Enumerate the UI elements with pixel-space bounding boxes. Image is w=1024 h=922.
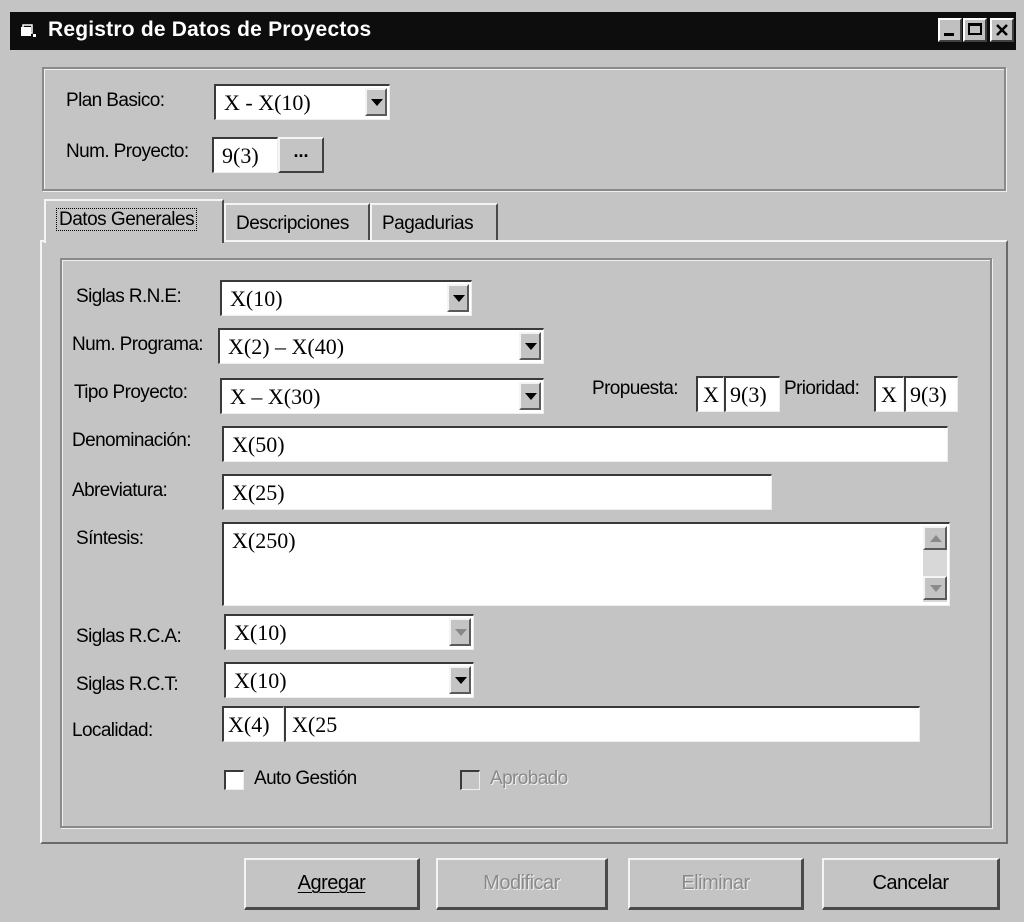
aprobado-checkbox[interactable] [460,770,480,790]
eliminar-label: Eliminar [681,872,750,894]
header-group [42,67,1006,191]
chevron-down-icon[interactable] [519,382,541,410]
plan-basico-label: Plan Basico: [66,90,165,111]
sintesis-textarea[interactable]: X(250) [222,522,950,606]
close-icon [996,24,1008,36]
tab-pagadurias[interactable]: Pagadurias [370,203,498,241]
tab-descripciones[interactable]: Descripciones [224,203,370,241]
tab-datos-generales[interactable]: Datos Generales [44,199,224,243]
num-programa-combo[interactable]: X(2) – X(40) [218,328,544,364]
siglas-rct-combo[interactable]: X(10) [224,662,474,698]
aprobado-label: Aprobado [490,768,568,789]
maximize-icon [968,23,982,35]
app-icon [21,24,36,37]
chevron-down-icon[interactable] [365,88,387,116]
siglas-rca-combo[interactable]: X(10) [224,614,474,650]
abreviatura-field[interactable]: X(25) [222,474,772,510]
maximize-button[interactable] [963,18,987,42]
siglas-rct-label: Siglas R.C.T: [76,674,179,695]
localidad-name-value: X(25 [292,712,338,737]
agregar-label: Agregar [297,872,366,894]
tab-descripciones-label: Descripciones [236,213,349,234]
tab-datos-generales-label: Datos Generales [56,208,198,231]
auto-gestion-label[interactable]: Auto Gestión [254,768,357,790]
propuesta-letter-field[interactable]: X [696,376,724,412]
siglas-rct-value: X(10) [234,668,287,693]
abreviatura-label: Abreviatura: [72,480,168,501]
siglas-rca-value: X(10) [234,620,287,645]
chevron-down-icon[interactable] [449,666,471,694]
localidad-code-value: X(4) [228,712,270,737]
window-title: Registro de Datos de Proyectos [48,18,372,41]
siglas-rne-label: Siglas R.N.E: [76,286,182,307]
chevron-down-icon[interactable] [519,332,541,360]
propuesta-label: Propuesta: [592,378,679,399]
localidad-label: Localidad: [72,720,153,741]
cancelar-label: Cancelar [872,872,949,894]
localidad-code-field[interactable]: X(4) [222,706,284,742]
minimize-icon [944,33,954,36]
modificar-label: Modificar [483,872,560,894]
num-programa-value: X(2) – X(40) [228,334,345,359]
tipo-proyecto-value: X – X(30) [230,384,321,409]
siglas-rne-combo[interactable]: X(10) [220,280,472,316]
title-bar[interactable]: Registro de Datos de Proyectos [10,12,1016,50]
num-proyecto-field[interactable]: 9(3) [212,137,278,173]
sintesis-value: X(250) [232,528,296,553]
siglas-rne-value: X(10) [230,286,283,311]
denominacion-label: Denominación: [72,430,192,451]
propuesta-letter-value: X [703,382,719,407]
plan-basico-combo[interactable]: X - X(10) [214,84,390,120]
agregar-button[interactable]: Agregar [244,858,420,910]
num-programa-label: Num. Programa: [72,334,204,355]
window: Registro de Datos de Proyectos Plan Basi… [0,0,1024,922]
prioridad-number-value: 9(3) [910,382,947,407]
localidad-name-field[interactable]: X(25 [284,706,920,742]
modificar-button[interactable]: Modificar [436,858,608,910]
cancelar-button[interactable]: Cancelar [822,858,1000,910]
sintesis-label: Síntesis: [76,528,144,549]
siglas-rca-label: Siglas R.C.A: [76,626,182,647]
chevron-down-icon[interactable] [447,284,469,312]
scroll-up-icon[interactable] [923,526,947,550]
abreviatura-value: X(25) [232,480,285,505]
tab-pagadurias-label: Pagadurias [382,213,474,234]
tipo-proyecto-label: Tipo Proyecto: [74,382,188,403]
propuesta-number-field[interactable]: 9(3) [724,376,780,412]
denominacion-field[interactable]: X(50) [222,426,948,462]
eliminar-button[interactable]: Eliminar [628,858,804,910]
sintesis-scrollbar[interactable] [923,526,947,602]
close-button[interactable] [990,18,1014,42]
prioridad-number-field[interactable]: 9(3) [904,376,958,412]
prioridad-label: Prioridad: [784,378,860,399]
minimize-button[interactable] [938,18,962,42]
denominacion-value: X(50) [232,432,285,457]
num-proyecto-value: 9(3) [222,143,259,168]
num-proyecto-label: Num. Proyecto: [66,141,189,162]
chevron-down-icon[interactable] [449,618,471,646]
scroll-down-icon[interactable] [923,576,947,600]
prioridad-letter-value: X [881,382,897,407]
prioridad-letter-field[interactable]: X [874,376,904,412]
browse-button[interactable]: ... [278,137,324,173]
plan-basico-value: X - X(10) [224,90,311,115]
propuesta-number-value: 9(3) [730,382,767,407]
auto-gestion-checkbox[interactable] [224,770,244,790]
tipo-proyecto-combo[interactable]: X – X(30) [220,378,544,414]
